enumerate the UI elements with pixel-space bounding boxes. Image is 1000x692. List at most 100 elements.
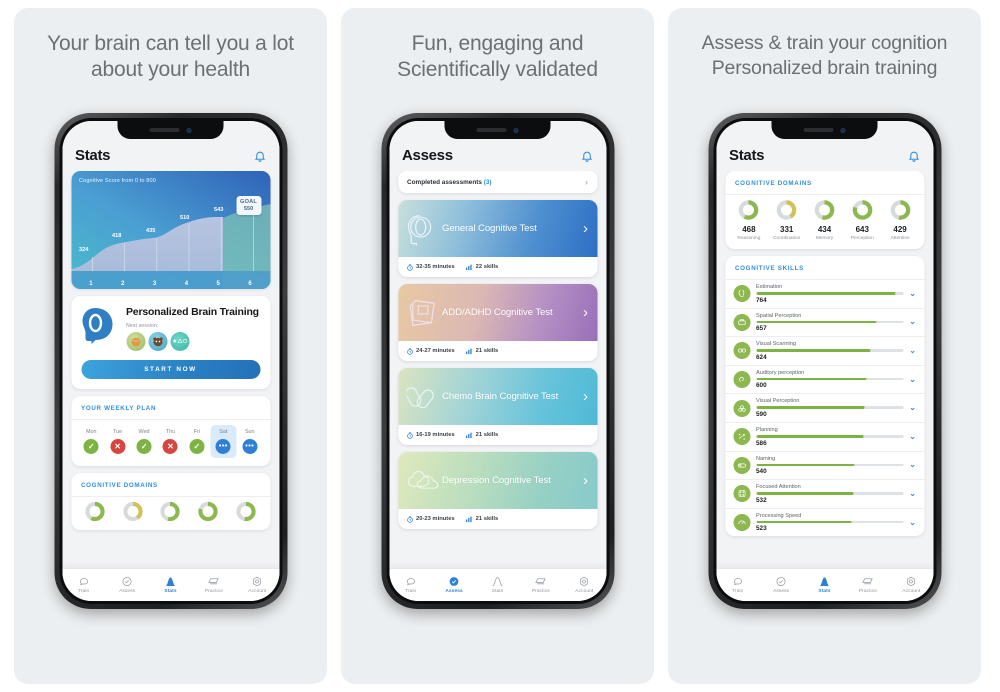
tab-stats[interactable]: Stats [476,576,519,594]
x-tick: 3 [152,281,157,287]
domain-item[interactable] [152,501,190,522]
completed-assessments-row[interactable]: Completed assessments (3) › [398,171,597,193]
tab-account[interactable]: Account [236,576,279,594]
donut-chart-icon [776,200,797,220]
skill-row-visual-scanning[interactable]: Visual Scanning 624 ⌄ [725,336,924,365]
skill-name: Spatial Perception [756,312,802,319]
weekday-thu[interactable]: Thu ✕ [157,425,183,458]
phone-bezel: Stats Cognitive Score from 0 to 800 324 … [59,118,282,604]
skill-row-auditory-perception[interactable]: Auditory perception 600 ⌄ [725,364,924,394]
pbt-top-row: Personalized Brain Training Next session… [81,305,260,351]
domain-item[interactable] [227,501,265,522]
skill-content: Planning 586 [756,427,904,447]
domain-attention[interactable]: 429 Attention [881,199,919,241]
skill-row-processing-speed[interactable]: Processing Speed 523 ⌄ [725,507,924,537]
phone-mockup-1: Stats Cognitive Score from 0 to 800 324 … [54,113,287,609]
assessment-card-chemo[interactable]: Chemo Brain Cognitive Test › 16-19 minut… [398,368,597,445]
chevron-down-icon[interactable]: ⌄ [909,404,916,412]
tab-assess[interactable]: Assess [759,576,802,594]
weekday-fri[interactable]: Fri ✓ [184,425,210,458]
speaker-grille [149,128,180,132]
cognitive-domains-heading: COGNITIVE DOMAINS [81,481,158,489]
skills-text: 21 skills [475,348,499,354]
skill-progress-bar [756,520,904,524]
chevron-down-icon[interactable]: ⌄ [909,318,916,326]
tab-train[interactable]: Train [62,576,105,594]
weekday-sun[interactable]: Sun ••• [237,425,263,458]
cognitive-score-chart[interactable]: Cognitive Score from 0 to 800 324 418 43… [71,171,270,289]
skill-content: Estimation 764 [756,284,904,304]
tab-stats[interactable]: Stats [149,576,192,594]
domain-name: Coordination [773,236,801,241]
domain-reasoning[interactable]: 468 Reasoning [730,199,768,241]
domain-name: Perception [850,236,874,241]
x-tick: 1 [89,281,93,287]
tab-account[interactable]: Account [890,576,933,594]
skill-row-focused-attention[interactable]: Focused Attention 532 ⌄ [725,479,924,508]
donut-chart-icon [198,501,218,521]
gear-hex-icon [580,576,589,587]
skill-row-estimation[interactable]: Estimation 764 ⌄ [725,279,924,308]
domain-item[interactable] [114,501,152,522]
weekday-sat[interactable]: Sat ••• [210,424,237,458]
tab-practice[interactable]: Practice [846,576,889,594]
domain-item[interactable] [189,501,227,522]
donut-chart-icon [160,501,181,521]
app-body: Cognitive Score from 0 to 800 324 418 43… [62,171,279,568]
chevron-down-icon[interactable]: ⌄ [909,489,916,498]
headline-line-2: Personalized brain training [711,57,938,79]
skill-row-planning[interactable]: Planning 586 ⌄ [725,421,924,451]
assessment-name: Depression Cognitive Test [442,474,551,486]
skill-row-naming[interactable]: Naming 540 ⌄ [725,450,924,480]
domain-memory[interactable]: 434 Memory [806,199,844,241]
bell-icon[interactable] [253,149,266,163]
chevron-right-icon: › [583,220,588,237]
skill-row-visual-perception[interactable]: Visual Perception 590 ⌄ [725,393,924,422]
assessment-card-meta: 24-27 minutes 21 skills [398,341,597,361]
bell-icon[interactable] [580,149,593,163]
brain-outline-icon [79,578,88,586]
weekday-tue[interactable]: Tue ✕ [104,425,130,458]
chevron-down-icon[interactable]: ⌄ [909,461,916,469]
assessment-card-general[interactable]: General Cognitive Test › 32-35 minutes 2… [398,200,597,277]
clouds-icon [404,462,442,500]
chevron-down-icon[interactable]: ⌄ [909,289,916,298]
weekday-wed[interactable]: Wed ✓ [131,425,157,458]
focused-attention-icon [733,485,750,503]
bottom-tab-bar: Train Assess Stats Practice Account [389,568,606,601]
domain-name: Reasoning [737,236,761,241]
tab-stats[interactable]: Stats [803,576,846,594]
weekday-mon[interactable]: Mon ✓ [78,425,104,458]
bell-icon[interactable] [907,149,920,163]
domain-perception[interactable]: 643 Perception [843,199,881,241]
assessment-card-addadhd[interactable]: ADD/ADHD Cognitive Test › 24-27 minutes [398,284,597,361]
avatar-orange-creature[interactable] [126,331,145,351]
skill-content: Auditory perception 600 [756,369,904,389]
domain-item[interactable] [76,501,114,522]
tab-train[interactable]: Train [389,576,432,594]
cognitive-domains-row: 468 Reasoning 331 Coordination 434 Memor… [725,195,924,249]
weekday-label: Fri [193,428,201,435]
tab-account[interactable]: Account [563,576,606,594]
tab-practice[interactable]: Practice [519,576,562,594]
skill-row-spatial-perception[interactable]: Spatial Perception 657 ⌄ [725,307,924,337]
tab-train[interactable]: Train [716,576,759,594]
avatar-brown-creature[interactable] [148,331,167,351]
chevron-down-icon[interactable]: ⌄ [909,375,916,384]
skill-name: Auditory perception [756,369,805,376]
avatar-shapes-icon[interactable] [170,331,189,351]
tab-assess[interactable]: Assess [105,576,148,594]
donut-chart-icon [890,200,910,220]
phone-bezel: Stats COGNITIVE DOMAINS 468 Reasoning 33… [713,118,936,604]
tab-practice[interactable]: Practice [192,576,235,594]
personalized-brain-training-card[interactable]: Personalized Brain Training Next session… [71,296,270,389]
chevron-down-icon[interactable]: ⌄ [909,518,916,527]
chevron-down-icon[interactable]: ⌄ [909,432,916,441]
chevron-down-icon[interactable]: ⌄ [909,346,916,355]
headline-line-1: Fun, engaging and [411,32,584,55]
start-now-button[interactable]: START NOW [81,359,260,379]
assessment-card-depression[interactable]: Depression Cognitive Test › 20-23 minute… [398,452,597,529]
tab-assess[interactable]: Assess [432,576,475,594]
domain-coordination[interactable]: 331 Coordination [768,199,806,241]
domain-value: 429 [893,225,907,234]
